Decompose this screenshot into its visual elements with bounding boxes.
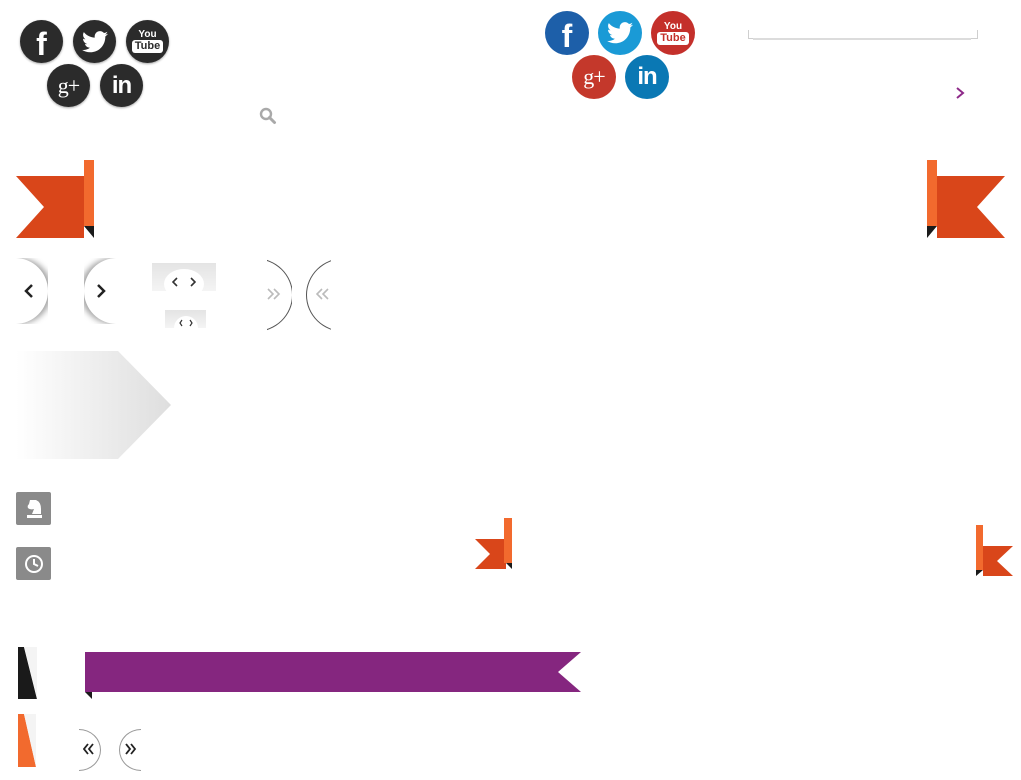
corner-ribbon-right [927,160,1005,238]
facebook-letter: f [36,26,47,62]
arrow-panel [16,351,171,459]
youtube-you: You [138,29,157,40]
slider-prev-button[interactable] [16,258,48,324]
folded-tab-black [18,647,37,699]
youtube-you-color: You [663,20,683,32]
chess-knight-icon [26,499,42,518]
corner-ribbon-left [16,160,94,238]
double-chevron-prev-button[interactable] [306,258,331,332]
youtube-icon-color[interactable]: You Tube [651,11,695,55]
chevron-left-right-small-icon [179,319,193,327]
youtube-tube-color: Tube [657,31,689,45]
googleplus-letters-color: g+ [583,64,605,89]
double-chevron-right-small-icon [125,743,137,755]
chevron-right-icon-slider [97,284,106,298]
prev-next-tab-small[interactable] [165,310,206,328]
twitter-bird-icon [81,30,108,52]
slider-next-button[interactable] [84,258,116,324]
googleplus-icon-color[interactable]: g+ [572,55,616,99]
linkedin-letters: in [111,71,132,99]
twitter-bird-icon-color [607,22,633,44]
chevron-left-right-icon [172,277,196,287]
facebook-icon-color[interactable]: f [545,11,589,55]
chess-tile[interactable] [16,492,51,525]
folded-tab-orange [18,714,36,767]
double-chevron-next-button[interactable] [267,258,292,332]
twitter-icon-color[interactable] [598,11,642,55]
youtube-icon-dark[interactable]: You Tube [126,20,169,63]
twitter-icon-dark[interactable] [73,20,116,63]
small-next-button[interactable] [119,729,141,771]
clock-tile[interactable] [16,547,51,580]
facebook-icon-dark[interactable]: f [20,20,63,63]
youtube-tube: Tube [131,40,164,53]
linkedin-icon-color[interactable]: in [625,55,669,99]
double-chevron-left-small-icon [83,743,94,755]
corner-ribbon-small-right [976,525,1013,576]
small-prev-button[interactable] [79,729,101,771]
googleplus-letters: g+ [57,72,80,98]
linkedin-icon-dark[interactable]: in [100,64,143,107]
chevron-left-icon [24,284,33,298]
facebook-letter-color: f [561,17,573,54]
double-chevron-right-icon [267,288,281,300]
double-chevron-left-icon [316,288,329,300]
corner-ribbon-small-left [475,518,512,569]
linkedin-letters-color: in [637,63,657,90]
purple-ribbon-banner [85,652,581,699]
search-icon[interactable] [259,107,277,125]
prev-next-tab-large[interactable] [152,263,216,299]
clock-icon [24,554,43,573]
input-underline [753,38,971,40]
chevron-right-icon[interactable] [955,86,965,100]
googleplus-icon-dark[interactable]: g+ [47,64,90,107]
